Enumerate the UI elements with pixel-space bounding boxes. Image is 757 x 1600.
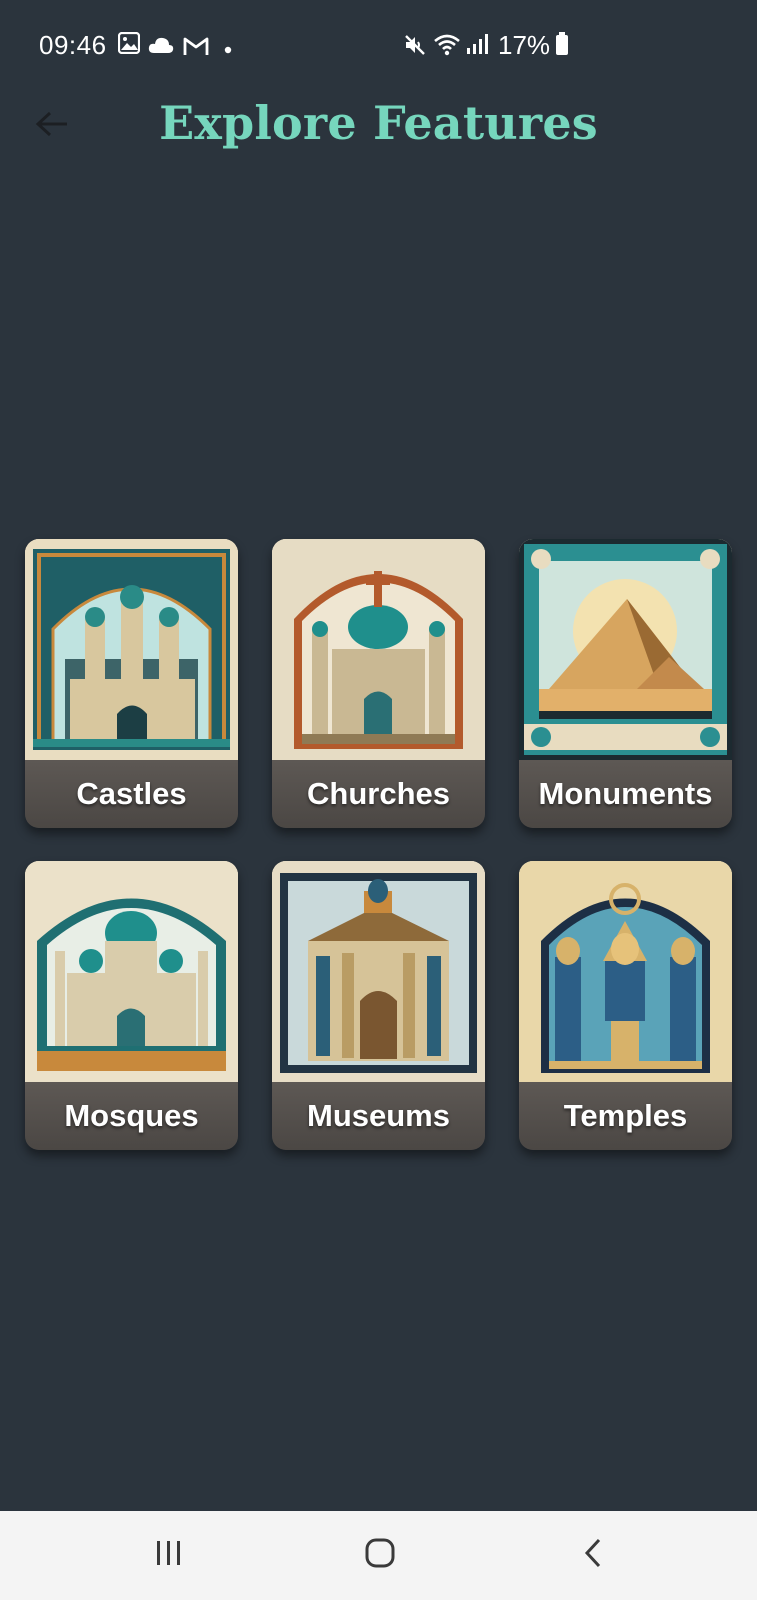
category-label: Mosques [64,1098,199,1133]
nav-back-button[interactable] [563,1533,623,1577]
gmail-icon [183,36,209,61]
category-label: Castles [76,776,187,811]
category-card-temples[interactable]: Temples [519,861,732,1150]
recent-apps-button[interactable] [139,1533,199,1577]
cloud-icon [148,36,174,59]
battery-percent: 17% [498,30,551,60]
status-bar: 09:46 17% [0,0,757,92]
category-label: Churches [307,776,450,811]
navigation-bar [0,1511,757,1600]
temples-illustration [519,861,732,1082]
status-time: 09:46 [39,30,107,60]
mosques-illustration [25,861,238,1082]
category-card-monuments[interactable]: Monuments [519,539,732,828]
category-card-museums[interactable]: Museums [272,861,485,1150]
monuments-illustration [519,539,732,760]
category-label: Museums [307,1098,450,1133]
recent-apps-icon [154,1539,184,1572]
castles-illustration [25,539,238,760]
category-label: Temples [563,1098,688,1133]
category-card-castles[interactable]: Castles [25,539,238,828]
category-label: Monuments [538,776,713,811]
wifi-icon [433,33,461,62]
gallery-icon [117,31,141,59]
category-card-churches[interactable]: Churches [272,539,485,828]
dot-icon [224,41,232,59]
category-card-mosques[interactable]: Mosques [25,861,238,1150]
museums-illustration [272,861,485,1082]
home-button[interactable] [350,1533,410,1577]
category-grid: Castles Churches Monuments Mosques Museu… [25,539,732,1150]
signal-icon [466,33,488,60]
back-icon [583,1537,603,1574]
home-icon [364,1537,396,1574]
battery-icon [555,32,569,61]
mute-icon [403,33,427,62]
churches-illustration [272,539,485,760]
page-title: Explore Features [159,96,598,150]
